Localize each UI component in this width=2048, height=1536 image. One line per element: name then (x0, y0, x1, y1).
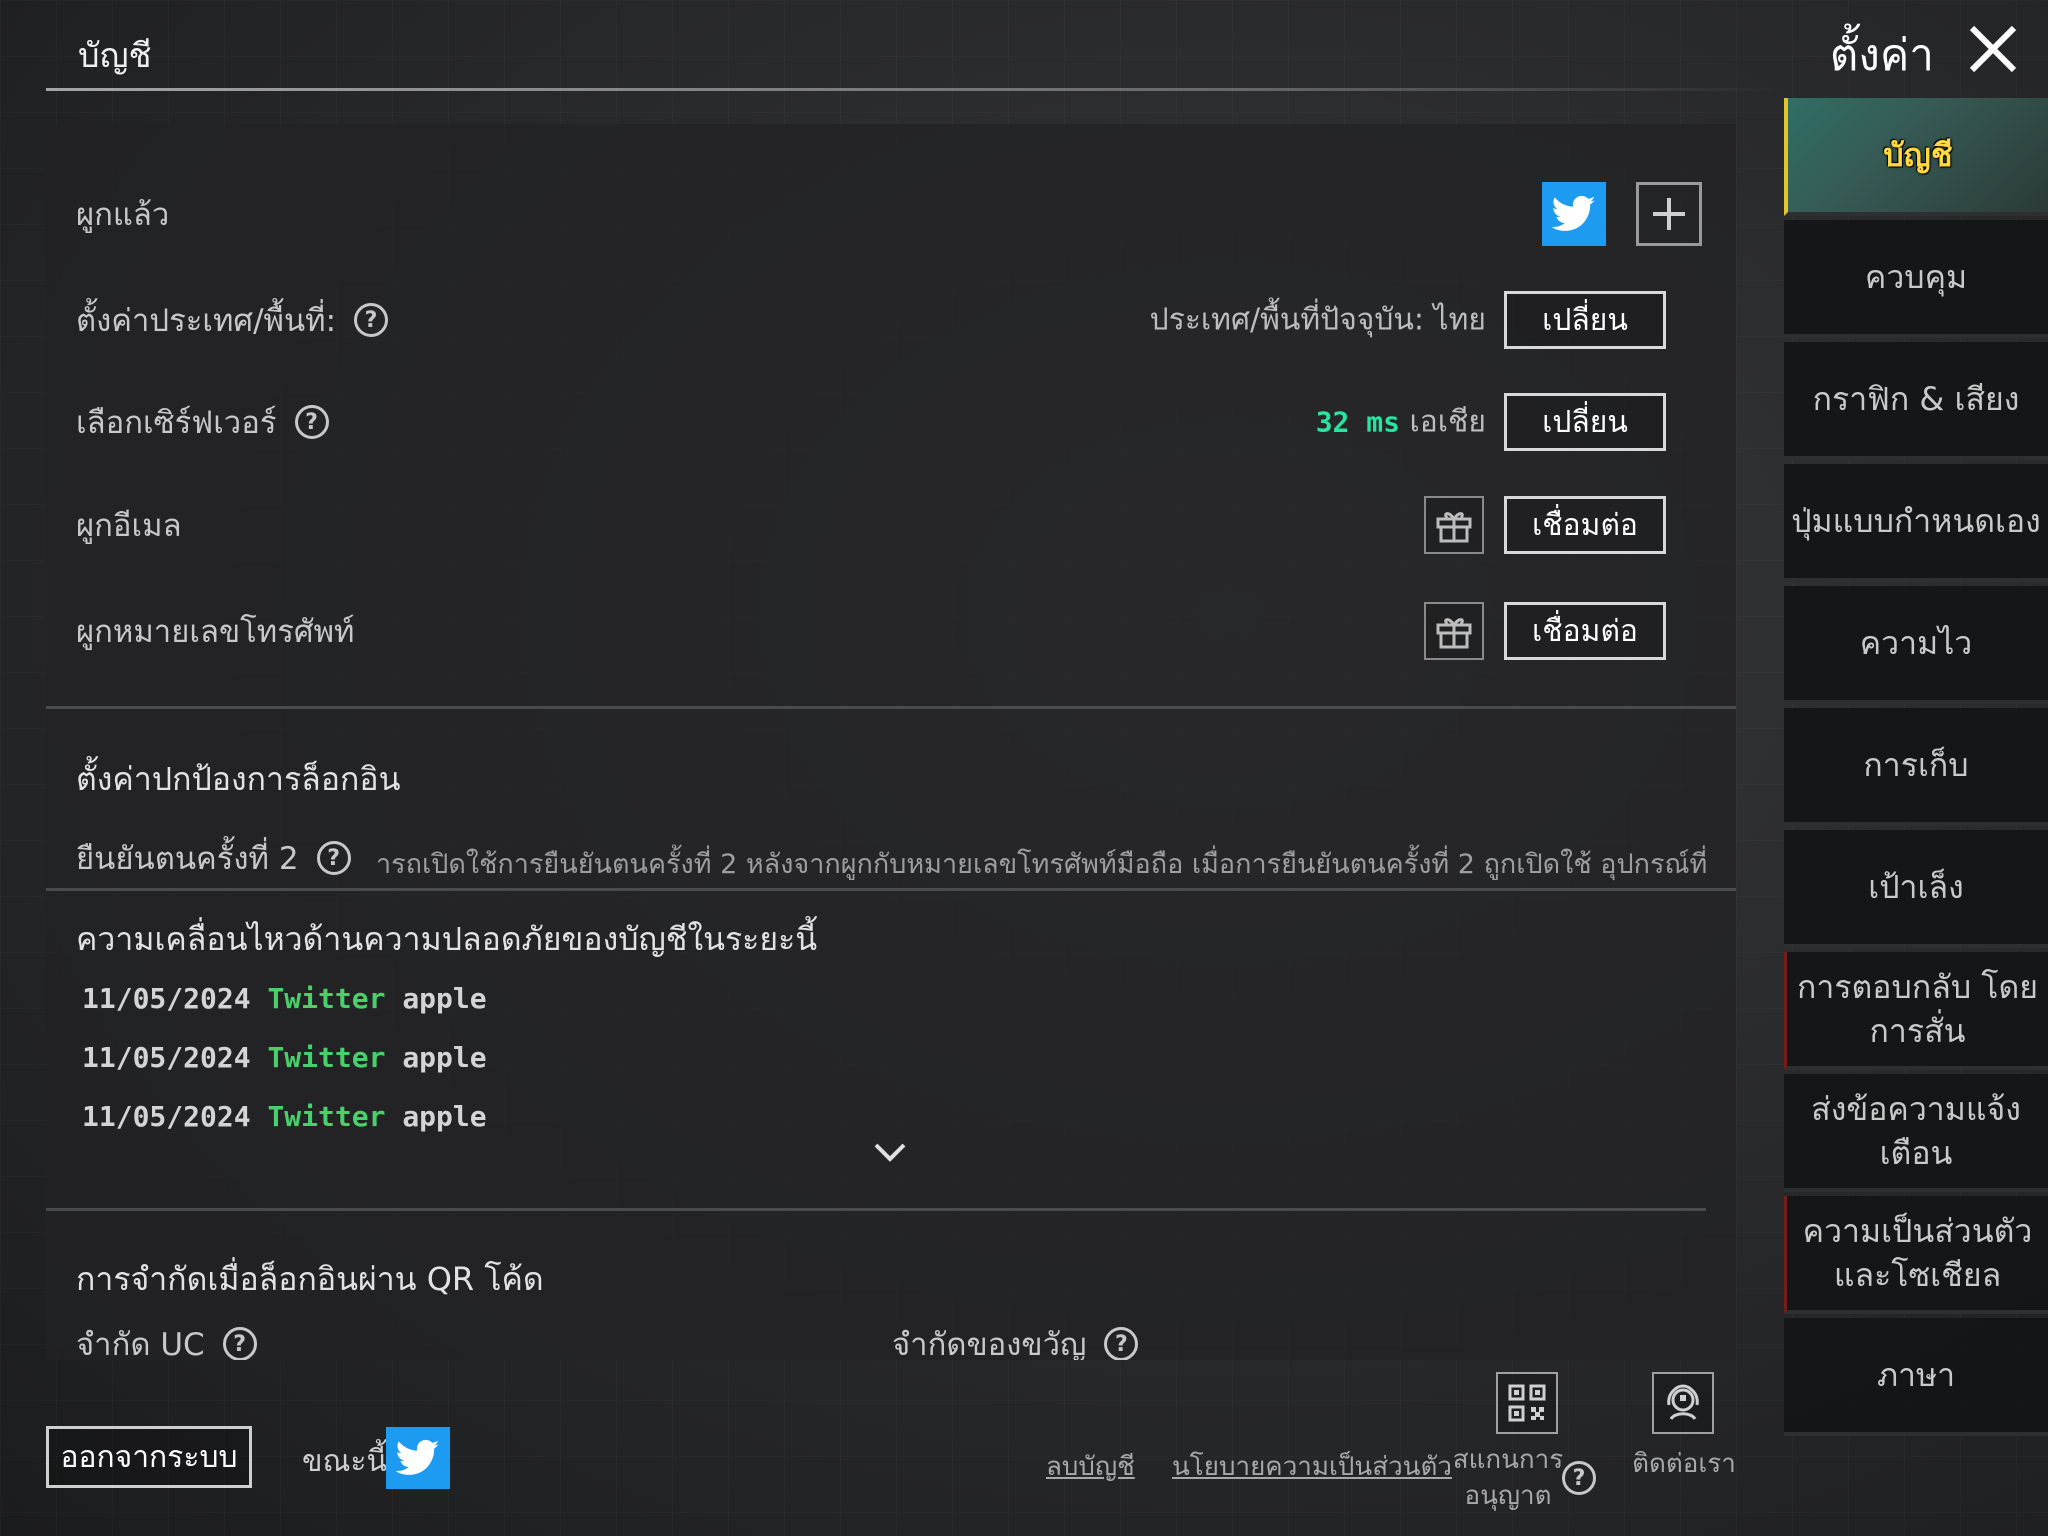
close-icon (1969, 25, 2017, 73)
gift-icon (1436, 618, 1472, 649)
activity-entry: 11/05/2024 Twitter apple (82, 982, 487, 1015)
ping-value: 32 ms (1315, 405, 1400, 439)
login-protection-title: ตั้งค่าปกป้องการล็อกอิน (76, 760, 401, 798)
twitter-icon (396, 1439, 440, 1475)
sidebar-item-graphics-audio[interactable]: กราฟิก & เสียง (1784, 342, 2048, 460)
current-region: ประเทศ/พื้นที่ปัจจุบัน: ไทย (1149, 302, 1486, 338)
qr-limits-title: การจำกัดเมื่อล็อกอินผ่าน QR โค้ด (76, 1260, 544, 1298)
security-activity-title: ความเคลื่อนไหวด้านความปลอดภัยของบัญชีในร… (76, 920, 818, 958)
current-twitter-badge (386, 1427, 450, 1489)
region-row: ตั้งค่าประเทศ/พื้นที่: ? ประเทศ/พื้นที่ป… (46, 280, 1736, 360)
help-icon[interactable]: ? (222, 1327, 257, 1360)
help-icon[interactable]: ? (354, 303, 389, 337)
phone-row: ผูกหมายเลขโทรศัพท์ เชื่อมต่อ (46, 591, 1736, 671)
chevron-down-icon (874, 1143, 906, 1162)
gift-limit-row: จำกัดของขวัญ ? (892, 1319, 1139, 1360)
change-server-button[interactable]: เปลี่ยน (1504, 393, 1666, 451)
section-divider (46, 888, 1736, 891)
header: บัญชี ตั้งค่า (0, 0, 2048, 96)
server-status: 32 ms เอเชีย (1316, 399, 1486, 446)
region-label: ตั้งค่าประเทศ/พื้นที่: (76, 303, 337, 339)
account-panel: ผูกแล้ว ตั้งค่าประเทศ/พื้นที่: ? ประเทศ/… (46, 124, 1736, 1360)
help-icon[interactable]: ? (316, 841, 351, 875)
two-factor-row: ยืนยันตนครั้งที่ 2 ? ารถเปิดใช้การยืนยัน… (46, 818, 1736, 898)
contact-us-label: ติดต่อเรา (1632, 1449, 1736, 1479)
scan-authorize-label: สแกนการ อนุญาต (1452, 1445, 1564, 1511)
gift-icon (1436, 512, 1472, 543)
settings-sidebar: บัญชี ควบคุม กราฟิก & เสียง ปุ่มแบบกำหนด… (1784, 98, 2048, 1536)
bound-twitter-badge[interactable] (1542, 182, 1606, 246)
sidebar-item-account[interactable]: บัญชี (1784, 98, 2048, 216)
page-title: บัญชี (78, 36, 152, 76)
help-icon[interactable]: ? (1104, 1327, 1139, 1360)
sidebar-item-vibration[interactable]: การตอบกลับ โดยการสั่น (1784, 952, 2048, 1070)
plus-icon (1653, 198, 1685, 230)
help-icon[interactable]: ? (294, 405, 329, 439)
email-reward-box[interactable] (1424, 496, 1484, 554)
add-binding-button[interactable] (1636, 182, 1702, 246)
sidebar-item-language[interactable]: ภาษา (1784, 1318, 2048, 1436)
settings-title: ตั้งค่า (1829, 30, 1934, 81)
activity-entry: 11/05/2024 Twitter apple (82, 1041, 487, 1074)
contact-us-button[interactable] (1652, 1372, 1714, 1434)
email-row: ผูกอีเมล เชื่อมต่อ (46, 485, 1736, 565)
server-name: เอเชีย (1409, 404, 1486, 440)
bind-phone-button[interactable]: เชื่อมต่อ (1504, 602, 1666, 660)
help-icon[interactable]: ? (1562, 1461, 1596, 1495)
server-row: เลือกเซิร์ฟเวอร์ ? 32 ms เอเชีย เปลี่ยน (46, 382, 1736, 462)
uc-limit-label: จำกัด UC (76, 1327, 205, 1360)
bound-label: ผูกแล้ว (76, 197, 170, 233)
sidebar-item-controls[interactable]: ควบคุม (1784, 220, 2048, 338)
phone-reward-box[interactable] (1424, 602, 1484, 660)
gift-limit-label: จำกัดของขวัญ (892, 1327, 1087, 1360)
bind-email-button[interactable]: เชื่อมต่อ (1504, 496, 1666, 554)
activity-entry: 11/05/2024 Twitter apple (82, 1100, 487, 1133)
sidebar-item-notifications[interactable]: ส่งข้อความแจ้งเตือน (1784, 1074, 2048, 1192)
phone-label: ผูกหมายเลขโทรศัพท์ (76, 614, 355, 650)
two-factor-label: ยืนยันตนครั้งที่ 2 (76, 841, 299, 877)
server-label: เลือกเซิร์ฟเวอร์ (76, 405, 277, 441)
sidebar-item-crosshair[interactable]: เป้าเล็ง (1784, 830, 2048, 948)
sidebar-item-privacy-social[interactable]: ความเป็นส่วนตัว และโซเชียล (1784, 1196, 2048, 1314)
scan-authorize-button[interactable] (1496, 1372, 1558, 1434)
sidebar-item-pickup[interactable]: การเก็บ (1784, 708, 2048, 826)
uc-limit-row: จำกัด UC ? (76, 1319, 257, 1360)
header-divider (46, 88, 1786, 91)
sidebar-item-sensitivity[interactable]: ความไว (1784, 586, 2048, 704)
change-region-button[interactable]: เปลี่ยน (1504, 291, 1666, 349)
qr-code-icon (1508, 1384, 1546, 1422)
section-divider (46, 1208, 1706, 1211)
bound-accounts-row: ผูกแล้ว (46, 174, 1736, 254)
current-account-label: ขณะนี้ (302, 1444, 387, 1479)
twitter-icon (1552, 195, 1596, 231)
logout-button[interactable]: ออกจากระบบ (46, 1426, 252, 1488)
section-divider (46, 706, 1736, 709)
support-icon (1667, 1384, 1699, 1420)
sidebar-item-custom-buttons[interactable]: ปุ่มแบบกำหนดเอง (1784, 464, 2048, 582)
close-button[interactable] (1964, 20, 2022, 78)
privacy-policy-link[interactable]: นโยบายความเป็นส่วนตัว (1172, 1446, 1452, 1487)
expand-activity-button[interactable] (870, 1139, 910, 1167)
two-factor-description: ารถเปิดใช้การยืนยันตนครั้งที่ 2 หลังจากผ… (376, 849, 1706, 880)
delete-account-link[interactable]: ลบบัญชี (1046, 1446, 1135, 1487)
email-label: ผูกอีเมล (76, 508, 182, 544)
